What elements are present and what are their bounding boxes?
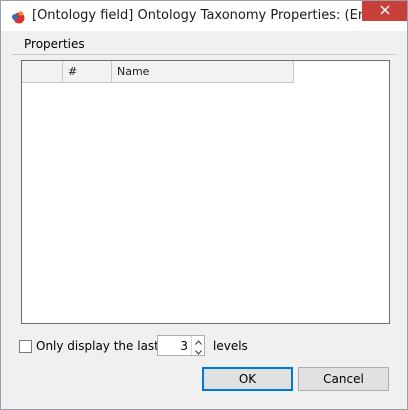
close-button[interactable] (362, 1, 407, 21)
levels-label: levels (213, 339, 248, 353)
chevron-down-icon (195, 344, 202, 358)
tab-divider (12, 54, 397, 55)
levels-spinbox[interactable]: 3 (157, 335, 205, 356)
grid-header: # Name (22, 61, 294, 83)
tab-properties-label: Properties (24, 37, 85, 51)
dialog-window: [Ontology field] Ontology Taxonomy Prope… (0, 0, 408, 410)
window-title: [Ontology field] Ontology Taxonomy Prope… (32, 8, 362, 23)
ontology-app-icon (10, 9, 26, 25)
tab-properties[interactable]: Properties (12, 34, 397, 54)
grid-column-name[interactable]: Name (112, 61, 293, 82)
levels-value[interactable]: 3 (158, 339, 188, 353)
grid-column-selector[interactable] (22, 61, 63, 82)
only-display-last-checkbox[interactable] (19, 340, 32, 353)
grid-column-number[interactable]: # (63, 61, 112, 82)
title-bar[interactable]: [Ontology field] Ontology Taxonomy Prope… (1, 1, 407, 31)
properties-grid[interactable]: # Name (21, 60, 390, 324)
ok-button[interactable]: OK (202, 367, 293, 391)
spin-buttons (191, 336, 205, 355)
cancel-button[interactable]: Cancel (298, 367, 389, 391)
only-display-last-label: Only display the last (36, 339, 159, 353)
close-icon (380, 4, 390, 18)
spin-down-button[interactable] (192, 346, 205, 355)
